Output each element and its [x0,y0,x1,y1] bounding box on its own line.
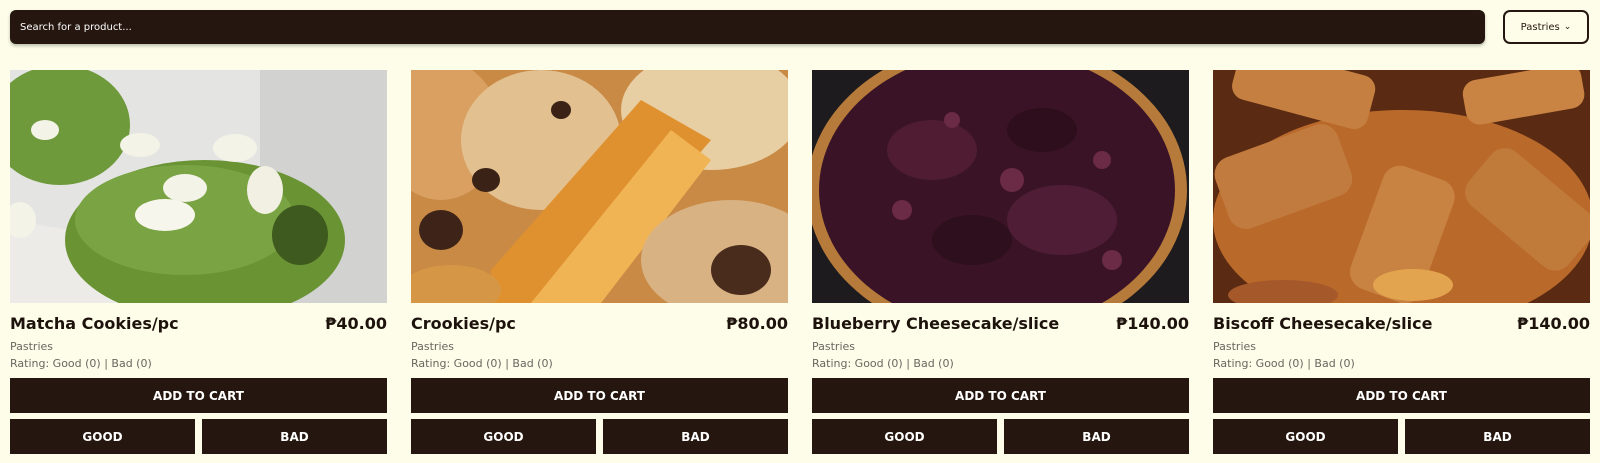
product-grid: Matcha Cookies/pc ₱40.00 Pastries Rating… [10,70,1590,460]
add-to-cart-button[interactable]: ADD TO CART [1213,378,1590,413]
product-rating: Rating: Good (0) | Bad (0) [812,357,954,370]
product-price: ₱80.00 [726,314,788,333]
rate-bad-button[interactable]: BAD [1405,419,1590,454]
product-image [10,70,387,303]
chevron-down-icon: ⌄ [1563,22,1572,32]
product-image [411,70,788,303]
rate-bad-button[interactable]: BAD [1004,419,1189,454]
product-card: Blueberry Cheesecake/slice ₱140.00 Pastr… [812,70,1189,460]
add-to-cart-button[interactable]: ADD TO CART [10,378,387,413]
product-image [1213,70,1590,303]
product-rating: Rating: Good (0) | Bad (0) [1213,357,1355,370]
product-card: Crookies/pc ₱80.00 Pastries Rating: Good… [411,70,788,460]
product-card: Matcha Cookies/pc ₱40.00 Pastries Rating… [10,70,387,460]
rate-good-button[interactable]: GOOD [10,419,195,454]
product-name: Matcha Cookies/pc [10,314,179,333]
rate-bad-button[interactable]: BAD [202,419,387,454]
product-rating: Rating: Good (0) | Bad (0) [10,357,152,370]
product-image [812,70,1189,303]
add-to-cart-button[interactable]: ADD TO CART [411,378,788,413]
rate-bad-button[interactable]: BAD [603,419,788,454]
product-category: Pastries [812,340,856,353]
product-category: Pastries [1213,340,1257,353]
product-name: Biscoff Cheesecake/slice [1213,314,1433,333]
product-name: Crookies/pc [411,314,516,333]
category-select[interactable]: Pastries ⌄ [1503,10,1589,44]
category-select-value: Pastries [1520,21,1560,33]
search-input[interactable] [10,10,1485,44]
product-price: ₱140.00 [1116,314,1189,333]
product-name: Blueberry Cheesecake/slice [812,314,1060,333]
product-card: Biscoff Cheesecake/slice ₱140.00 Pastrie… [1213,70,1590,460]
rate-good-button[interactable]: GOOD [812,419,997,454]
product-category: Pastries [411,340,455,353]
product-category: Pastries [10,340,54,353]
rate-good-button[interactable]: GOOD [1213,419,1398,454]
add-to-cart-button[interactable]: ADD TO CART [812,378,1189,413]
product-rating: Rating: Good (0) | Bad (0) [411,357,553,370]
product-price: ₱40.00 [325,314,387,333]
top-bar: Pastries ⌄ [10,10,1589,44]
product-price: ₱140.00 [1517,314,1590,333]
rate-good-button[interactable]: GOOD [411,419,596,454]
